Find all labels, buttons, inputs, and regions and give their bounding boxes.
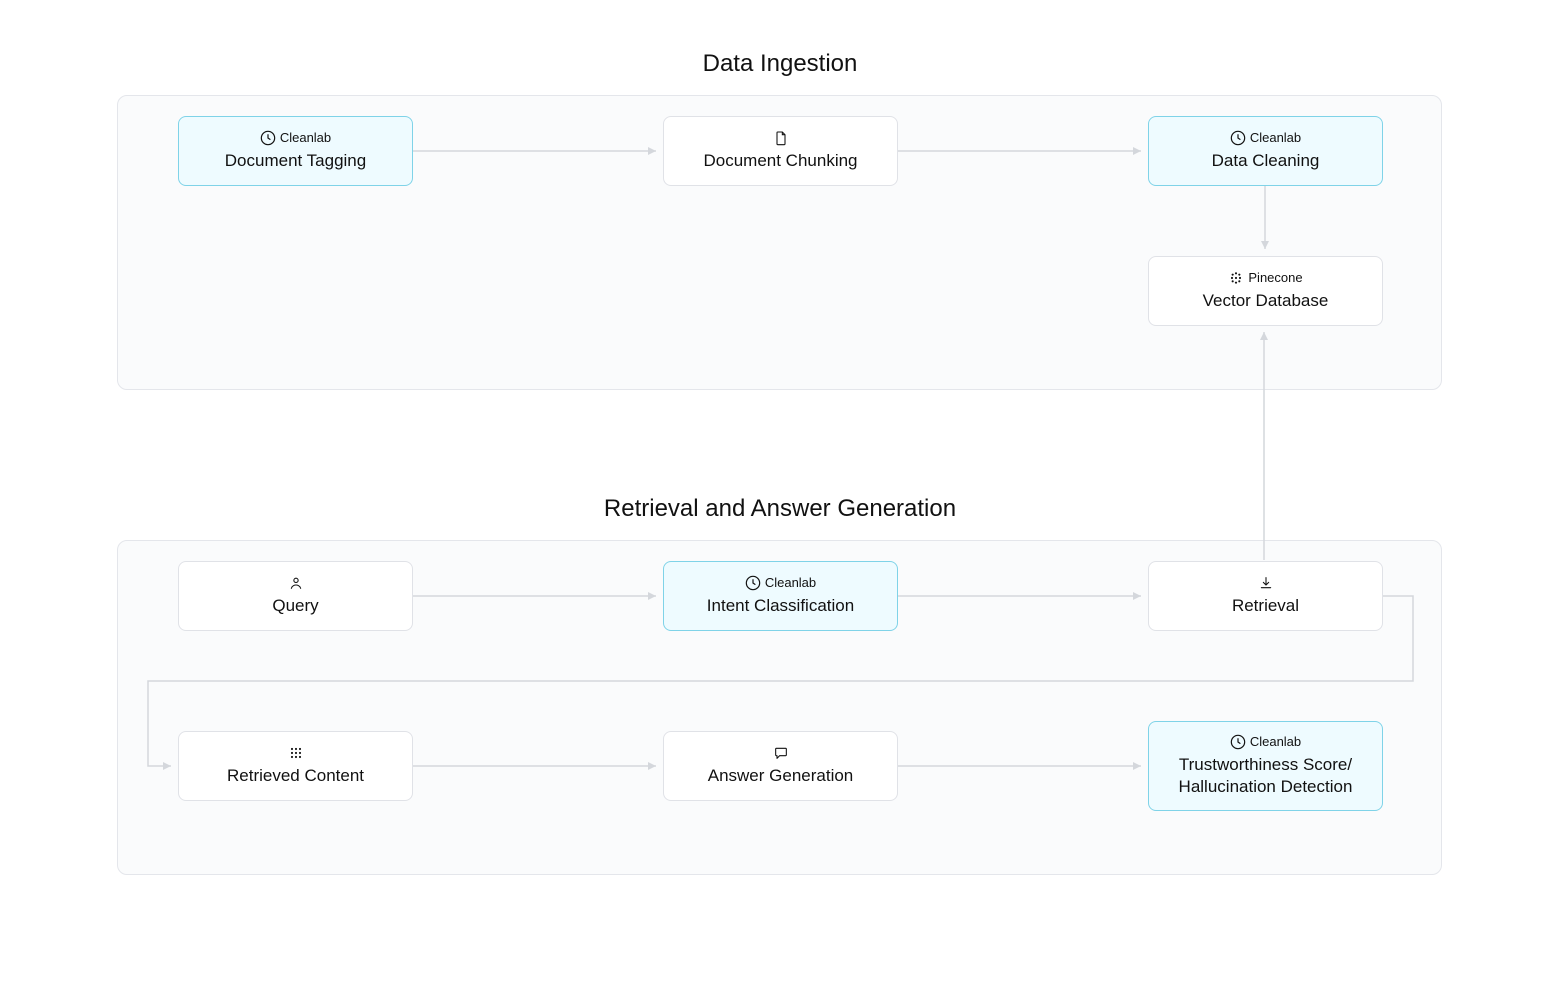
- node-label: Answer Generation: [708, 765, 854, 787]
- cleanlab-badge: Cleanlab: [1230, 130, 1301, 146]
- grid-icon: [288, 745, 304, 761]
- section-title-retrieval: Retrieval and Answer Generation: [0, 495, 1560, 523]
- node-label: Retrieved Content: [227, 765, 364, 787]
- node-label: Vector Database: [1203, 290, 1329, 312]
- node-retrieved-content: Retrieved Content: [178, 731, 413, 801]
- cleanlab-icon: [1230, 130, 1246, 146]
- node-label: Intent Classification: [707, 595, 854, 617]
- pinecone-icon: [1228, 270, 1244, 286]
- node-answer-generation: Answer Generation: [663, 731, 898, 801]
- retrieval-panel: Query Cleanlab Intent Classification Ret…: [117, 540, 1442, 875]
- user-icon-row: [288, 575, 304, 591]
- document-icon: [773, 130, 789, 146]
- node-label: Document Chunking: [703, 150, 857, 172]
- node-document-chunking: Document Chunking: [663, 116, 898, 186]
- cleanlab-label: Cleanlab: [1250, 734, 1301, 749]
- node-data-cleaning: Cleanlab Data Cleaning: [1148, 116, 1383, 186]
- cleanlab-icon: [1230, 734, 1246, 750]
- chat-icon: [773, 745, 789, 761]
- grid-icon-row: [288, 745, 304, 761]
- cleanlab-icon: [260, 130, 276, 146]
- node-query: Query: [178, 561, 413, 631]
- cleanlab-badge: Cleanlab: [745, 575, 816, 591]
- node-intent-classification: Cleanlab Intent Classification: [663, 561, 898, 631]
- pinecone-label: Pinecone: [1248, 270, 1302, 285]
- cleanlab-badge: Cleanlab: [1230, 734, 1301, 750]
- node-retrieval: Retrieval: [1148, 561, 1383, 631]
- cleanlab-icon: [745, 575, 761, 591]
- pinecone-badge: Pinecone: [1228, 270, 1302, 286]
- cleanlab-label: Cleanlab: [765, 575, 816, 590]
- cleanlab-label: Cleanlab: [1250, 130, 1301, 145]
- user-icon: [288, 575, 304, 591]
- cleanlab-badge: Cleanlab: [260, 130, 331, 146]
- node-trustworthiness: Cleanlab Trustworthiness Score/ Hallucin…: [1148, 721, 1383, 811]
- node-label: Retrieval: [1232, 595, 1299, 617]
- node-label: Data Cleaning: [1212, 150, 1320, 172]
- download-icon: [1258, 575, 1274, 591]
- node-label: Trustworthiness Score/ Hallucination Det…: [1161, 754, 1370, 798]
- node-document-tagging: Cleanlab Document Tagging: [178, 116, 413, 186]
- node-vector-database: Pinecone Vector Database: [1148, 256, 1383, 326]
- node-label: Query: [272, 595, 318, 617]
- section-title-ingestion: Data Ingestion: [0, 50, 1560, 78]
- chat-icon-row: [773, 745, 789, 761]
- cleanlab-label: Cleanlab: [280, 130, 331, 145]
- node-label: Document Tagging: [225, 150, 366, 172]
- ingestion-panel: Cleanlab Document Tagging Document Chunk…: [117, 95, 1442, 390]
- document-icon-row: [773, 130, 789, 146]
- download-icon-row: [1258, 575, 1274, 591]
